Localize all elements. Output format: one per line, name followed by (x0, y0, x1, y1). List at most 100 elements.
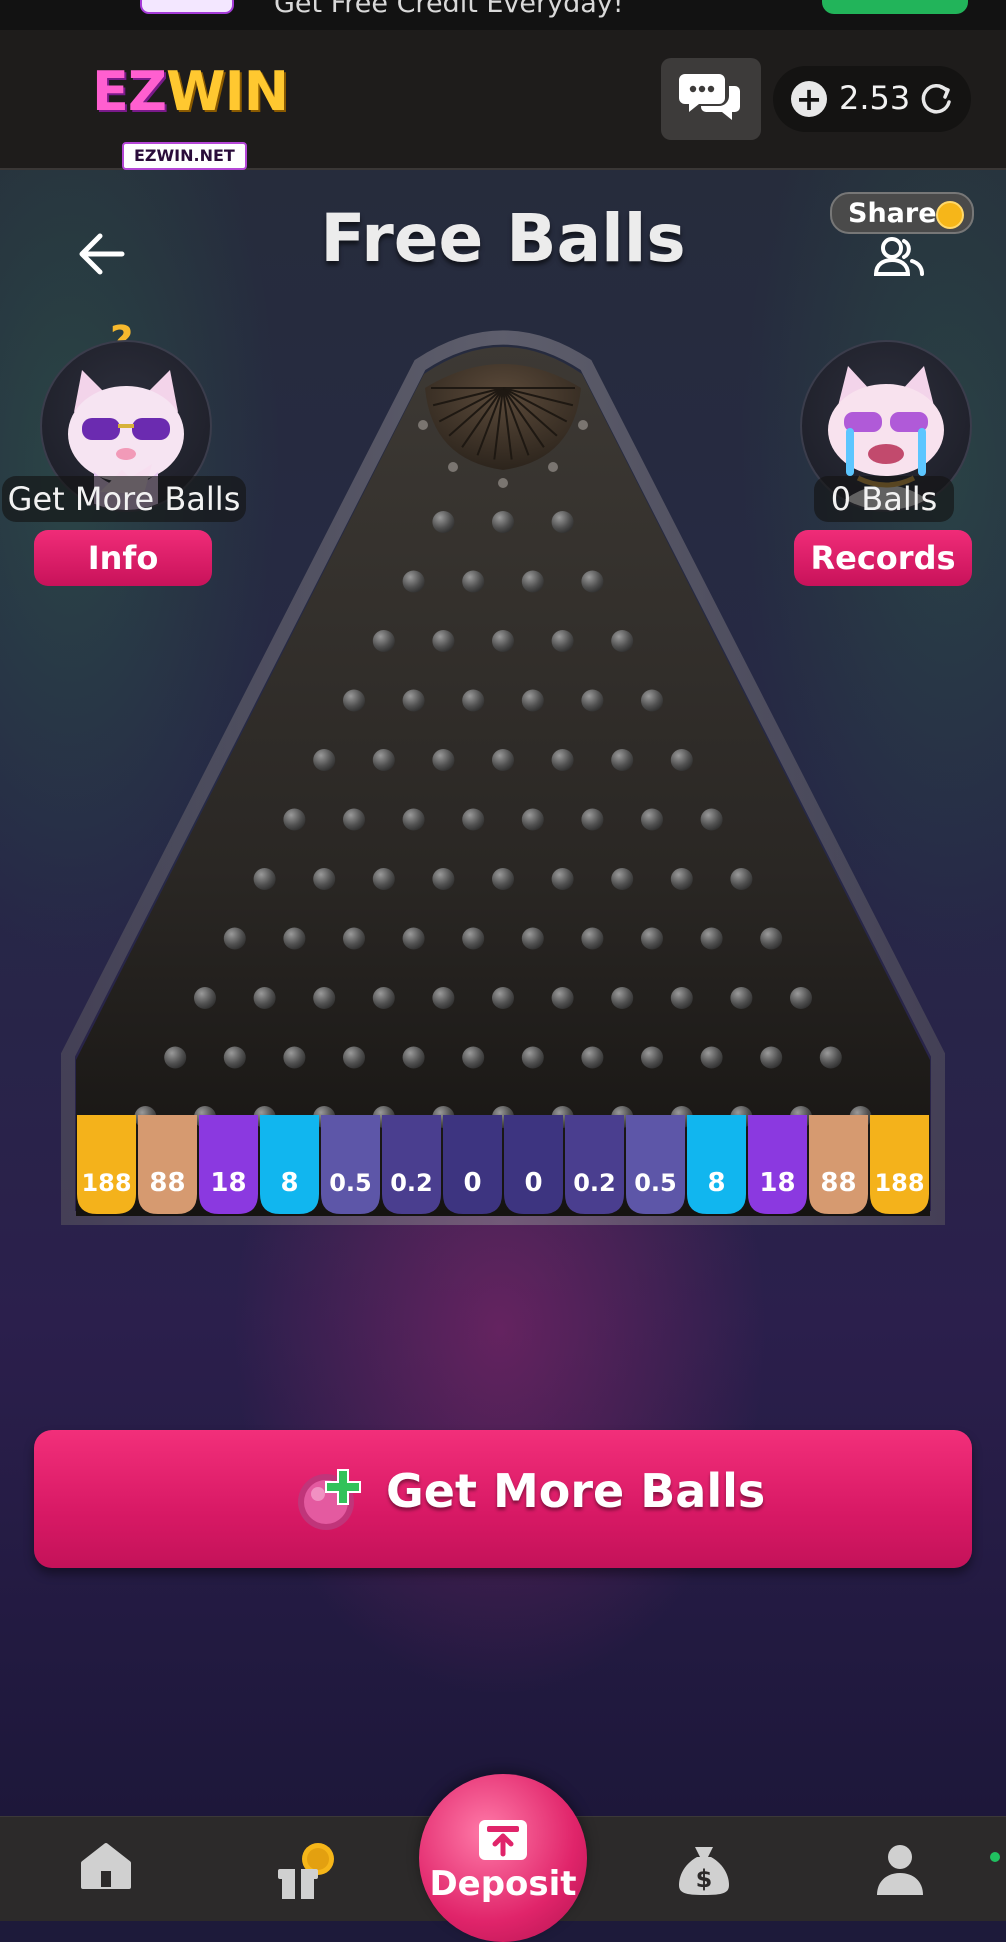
peg (462, 808, 485, 831)
refresh-icon[interactable] (917, 80, 955, 118)
multiplier-slot: 0 (504, 1115, 563, 1214)
slot-bucket (443, 1115, 502, 1214)
peg (372, 868, 395, 890)
slot-bucket (382, 1115, 441, 1214)
peg (581, 927, 604, 950)
chat-bubbles-icon (679, 74, 740, 120)
nav-profile[interactable] (850, 1841, 950, 1921)
peg (790, 987, 812, 1009)
logo-text: EZWIN (92, 60, 289, 123)
slot-bucket (199, 1115, 258, 1214)
slot-bucket (565, 1115, 624, 1214)
slot-multiplier-label: 8 (707, 1168, 725, 1198)
plinko-board: 188 88 18 8 0.5 0.2 0 0 0.2 0.5 8 18 88 188 (61, 330, 945, 1225)
peg (432, 868, 455, 890)
slot-bucket (321, 1115, 380, 1214)
peg (432, 987, 455, 1009)
peg (581, 570, 604, 593)
slot-multiplier-label: 88 (820, 1168, 856, 1198)
peg (611, 987, 634, 1009)
peg (581, 1046, 604, 1069)
peg (313, 749, 336, 771)
gift-icon (278, 1843, 334, 1899)
slot-multiplier-label: 18 (210, 1168, 246, 1198)
funnel-peg (448, 462, 458, 472)
nav-promotion[interactable] (252, 1841, 352, 1921)
slot-bucket (626, 1115, 685, 1214)
peg (492, 511, 514, 533)
logo[interactable]: EZWIN EZWIN.NET (92, 60, 289, 172)
peg (313, 987, 336, 1009)
peg (670, 868, 693, 890)
promo-bar: Get Free Credit Everyday! (0, 0, 1006, 30)
peg (551, 749, 574, 771)
nav-earn[interactable]: $ (654, 1841, 754, 1921)
svg-text:$: $ (696, 1865, 713, 1893)
peg (641, 927, 663, 950)
multiplier-slot: 0.5 (626, 1115, 685, 1214)
slot-bucket (687, 1115, 746, 1214)
peg (641, 808, 663, 831)
multiplier-slot: 8 (687, 1115, 746, 1214)
app-header: EZWIN EZWIN.NET + 2.53 (0, 30, 1006, 170)
get-more-balls-button[interactable]: Get More Balls (34, 1430, 972, 1568)
peg (402, 808, 425, 831)
multiplier-slot: 18 (199, 1115, 258, 1214)
home-icon (81, 1843, 131, 1889)
multiplier-slot: 18 (748, 1115, 807, 1214)
multiplier-slot: 0.5 (321, 1115, 380, 1214)
peg (432, 749, 455, 771)
peg (462, 1046, 485, 1069)
peg (492, 749, 514, 771)
game-stage: Free Balls Share ? Get More Balls Info (0, 170, 1006, 1816)
slot-multiplier-label: 0.2 (390, 1169, 433, 1197)
funnel-peg (578, 420, 588, 430)
slot-bucket (77, 1115, 136, 1214)
peg (730, 987, 753, 1009)
peg (641, 689, 663, 712)
get-more-balls-label: Get More Balls (386, 1464, 766, 1518)
peg (611, 868, 634, 890)
funnel-peg (498, 478, 508, 488)
peg (223, 1046, 246, 1069)
peg (700, 927, 723, 950)
slot-bucket (748, 1115, 807, 1214)
peg (253, 868, 276, 890)
peg (402, 1046, 425, 1069)
peg (641, 1046, 663, 1069)
peg (343, 689, 365, 712)
peg (670, 987, 693, 1009)
slot-multiplier-label: 188 (874, 1169, 924, 1197)
peg (343, 1046, 365, 1069)
peg (611, 630, 634, 652)
peg (194, 987, 216, 1009)
multiplier-slot: 188 (870, 1115, 929, 1214)
multiplier-slot: 0.2 (565, 1115, 624, 1214)
peg (611, 749, 634, 771)
chat-button[interactable] (661, 58, 761, 140)
peg (551, 987, 574, 1009)
status-dot (990, 1852, 1000, 1862)
slot-multiplier-label: 188 (81, 1169, 131, 1197)
add-credit-icon[interactable]: + (791, 81, 827, 117)
slot-multiplier-label: 8 (280, 1168, 298, 1198)
peg (164, 1046, 187, 1069)
peg (313, 868, 336, 890)
user-icon (877, 1845, 923, 1895)
peg (760, 927, 783, 950)
peg (462, 689, 485, 712)
peg (343, 927, 365, 950)
multiplier-slot: 88 (138, 1115, 197, 1214)
nav-home[interactable] (56, 1841, 156, 1921)
peg (521, 689, 544, 712)
peg (402, 570, 425, 593)
peg (283, 1046, 306, 1069)
balance-amount: 2.53 (839, 79, 911, 117)
deposit-button[interactable]: Deposit (419, 1774, 587, 1942)
funnel-peg (418, 420, 428, 430)
slot-multiplier-label: 0.5 (329, 1169, 372, 1197)
peg (521, 570, 544, 593)
promo-cta-button[interactable] (822, 0, 968, 14)
peg (372, 987, 395, 1009)
peg (551, 868, 574, 890)
